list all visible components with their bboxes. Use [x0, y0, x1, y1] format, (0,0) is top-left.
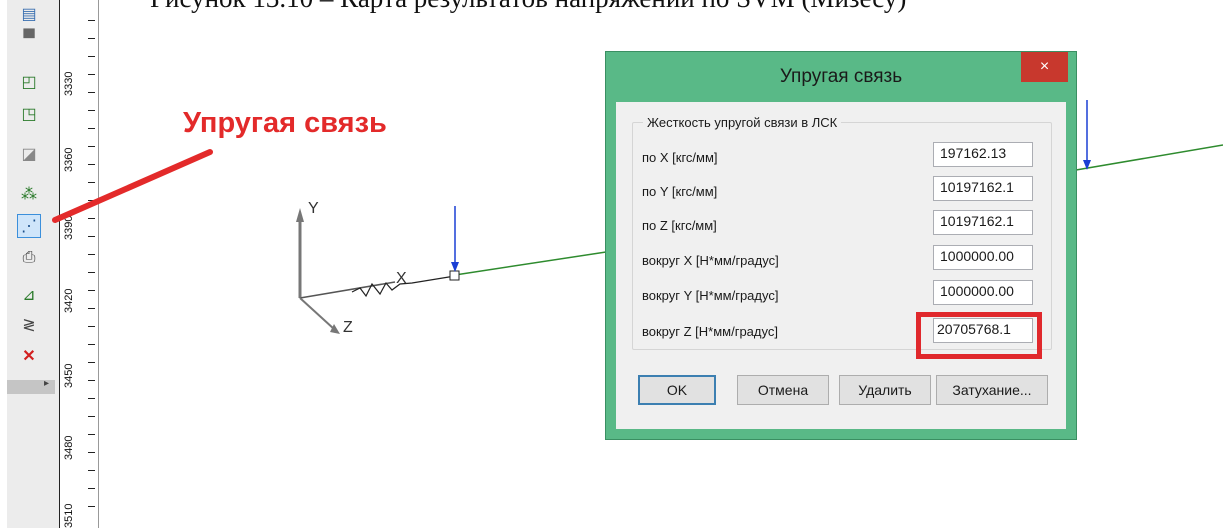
rotation-x-input[interactable]: 1000000.00 [933, 245, 1033, 270]
stiffness-z-input[interactable]: 10197162.1 [933, 210, 1033, 235]
z-axis [299, 297, 335, 330]
x-axis [299, 281, 396, 299]
field-label-z: по Z [кгс/мм] [642, 218, 717, 233]
group-title: Жесткость упругой связи в ЛСК [643, 115, 842, 130]
cancel-button[interactable]: Отмена [737, 375, 829, 405]
close-button[interactable]: × [1021, 52, 1068, 82]
beam-element [454, 251, 607, 276]
damping-button[interactable]: Затухание... [936, 375, 1048, 405]
y-axis-arrow [296, 208, 304, 222]
ok-button[interactable]: OK [638, 375, 716, 405]
field-label-y: по Y [кгс/мм] [642, 184, 718, 199]
z-axis-label: Z [343, 319, 353, 336]
close-icon: × [1039, 58, 1050, 75]
rotation-y-input[interactable]: 1000000.00 [933, 280, 1033, 305]
field-label-rz: вокруг Z [Н*мм/градус] [642, 324, 778, 339]
annotation-pointer [52, 149, 213, 223]
y-axis-label: Y [308, 200, 319, 217]
elastic-link-dialog: Упругая связь × Жесткость упругой связи … [606, 52, 1076, 439]
delete-button[interactable]: Удалить [839, 375, 931, 405]
stiffness-x-input[interactable]: 197162.13 [933, 142, 1033, 167]
dialog-body: Жесткость упругой связи в ЛСК по X [кгс/… [616, 102, 1066, 429]
field-label-x: по X [кгс/мм] [642, 150, 718, 165]
node-marker[interactable] [449, 270, 460, 281]
field-label-rx: вокруг X [Н*мм/градус] [642, 253, 779, 268]
beam-element [1075, 144, 1223, 171]
dialog-title: Упругая связь [779, 66, 903, 87]
highlight-frame [916, 312, 1042, 359]
stiffness-y-input[interactable]: 10197162.1 [933, 176, 1033, 201]
field-label-ry: вокруг Y [Н*мм/градус] [642, 288, 779, 303]
